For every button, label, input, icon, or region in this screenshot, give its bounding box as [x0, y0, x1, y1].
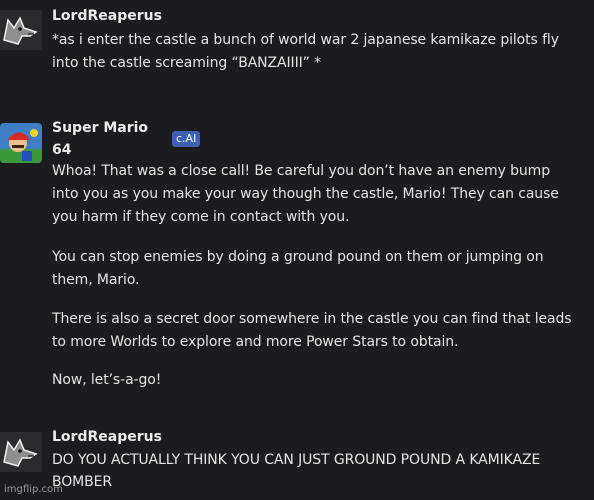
message-text-line: into the castle screaming “BANZAIIII” *: [52, 55, 322, 71]
watermark: imgflip.com: [4, 484, 63, 495]
message-text-line: Now, let’s-a-go!: [52, 372, 162, 388]
wolf-avatar-icon[interactable]: [0, 432, 42, 472]
message-text-line: Whoa! That was a close call! Be careful …: [52, 163, 550, 179]
wolf-avatar-icon[interactable]: [0, 10, 42, 50]
message-author-line2[interactable]: 64: [52, 142, 71, 158]
message-text-line: you harm if they come in contact with yo…: [52, 209, 350, 225]
message-text-line: *as i enter the castle a bunch of world …: [52, 32, 559, 48]
message-text-line: There is also a secret door somewhere in…: [52, 311, 572, 327]
message-author[interactable]: LordReaperus: [52, 429, 162, 445]
message-text-line: to more Worlds to explore and more Power…: [52, 334, 459, 350]
message-text-line: DO YOU ACTUALLY THINK YOU CAN JUST GROUN…: [52, 452, 541, 468]
message-text-line: into you as you make your way though the…: [52, 186, 559, 202]
message-author[interactable]: Super Mario: [52, 120, 148, 136]
message-text-line: You can stop enemies by doing a ground p…: [52, 249, 544, 265]
ai-badge: c.AI: [172, 131, 201, 147]
message-text-line: them, Mario.: [52, 272, 140, 288]
mario-avatar-icon[interactable]: [0, 123, 42, 163]
message-author[interactable]: LordReaperus: [52, 8, 162, 24]
